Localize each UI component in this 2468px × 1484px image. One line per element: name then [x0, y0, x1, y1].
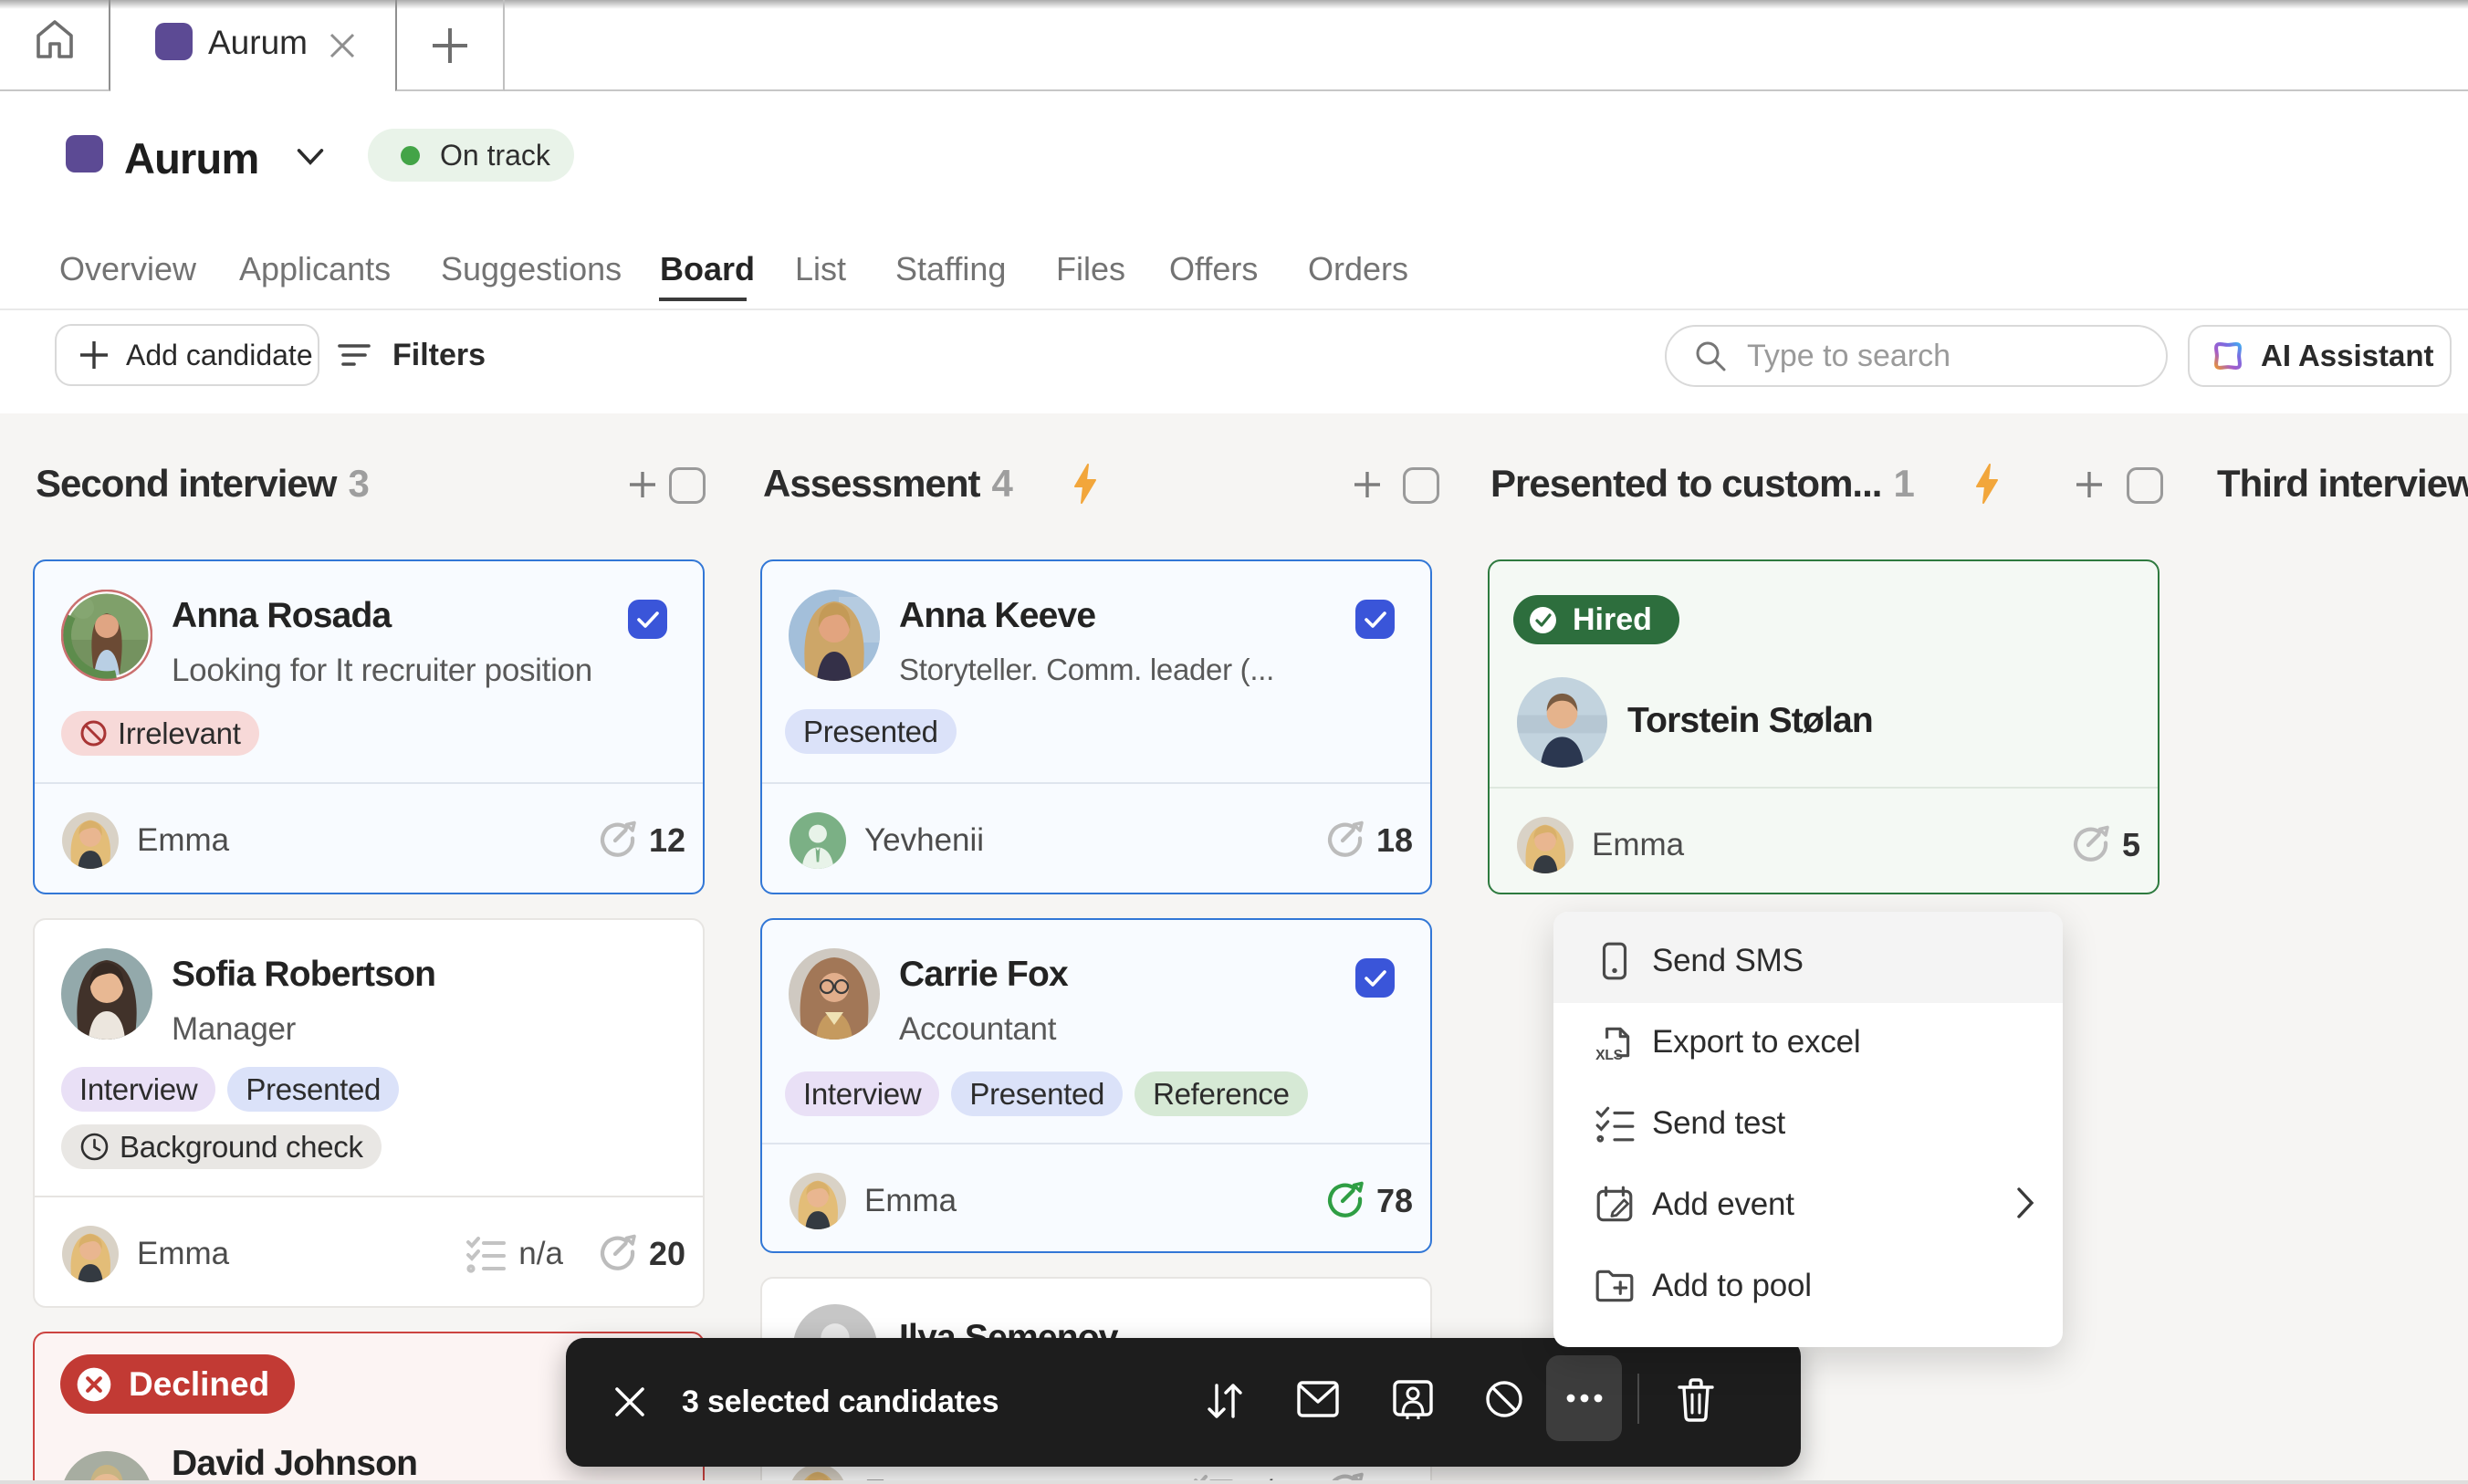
svg-text:XLS: XLS: [1595, 1047, 1623, 1062]
